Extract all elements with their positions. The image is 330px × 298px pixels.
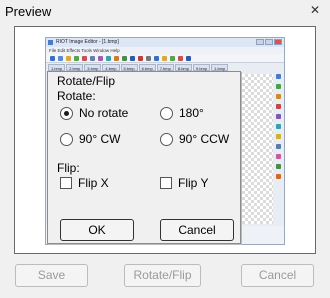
window-title: Preview [5,4,52,19]
toolbar-icon [50,56,55,61]
radio-label: No rotate [79,106,129,120]
toolbar-icon [130,56,135,61]
toolbar-icon [138,56,143,61]
toolbar-icon [154,56,159,61]
editor-toolbar [46,54,284,63]
dialog-title: Rotate/Flip [57,74,116,88]
editor-title-bar: RIOT Image Editor - [1.bmp] [46,38,284,47]
rotate-flip-dialog: Rotate/Flip Rotate: No rotate 180° 90° C… [47,71,241,244]
toolbar-icon [114,56,119,61]
toolbar-icon [146,56,151,61]
editor-right-tools [276,74,282,184]
toolbar-icon [178,56,183,61]
editor-tabs: 1.bmp 2.bmp 3.bmp 4.bmp 5.bmp 6.bmp 7.bmp 8.bmp… [48,64,282,71]
right-tool-icon [276,164,281,169]
checkbox-box [160,177,172,189]
app-icon [48,40,53,45]
radio-dot [160,106,173,120]
radio-dot [160,132,173,146]
toolbar-icon [74,56,79,61]
right-tool-icon [276,94,281,99]
toolbar-icon [58,56,63,61]
toolbar-icon [90,56,95,61]
editor-tab: 8.bmp [174,64,192,71]
right-tool-icon [276,144,281,149]
right-tool-icon [276,124,281,129]
editor-tab: 7.bmp [156,64,174,71]
toolbar-icon [66,56,71,61]
toolbar-icon [186,56,191,61]
save-button[interactable]: Save [15,264,88,287]
editor-title: RIOT Image Editor - [1.bmp] [56,39,119,45]
right-tool-icon [276,154,281,159]
editor-tab: 5.bmp [120,64,138,71]
right-tool-icon [276,104,281,109]
editor-tab: 6.bmp [138,64,156,71]
preview-frame: RIOT Image Editor - [1.bmp] File Edit Ef… [14,26,316,254]
editor-tab: 4.bmp [102,64,120,71]
radio-label: 90° CCW [179,132,230,146]
radio-dot [60,132,73,146]
radio-label: 90° CW [79,132,121,146]
radio-dot [60,106,73,120]
right-tool-icon [276,84,281,89]
toolbar-icon [122,56,127,61]
editor-tab: 3.bmp [84,64,102,71]
checkbox-flip-y[interactable]: Flip Y [160,176,208,190]
checkbox-flip-x[interactable]: Flip X [60,176,109,190]
checkbox-box [60,177,72,189]
right-tool-icon [276,134,281,139]
rotate-flip-button[interactable]: Rotate/Flip [124,264,201,287]
radio-90-ccw[interactable]: 90° CCW [160,132,229,146]
radio-label: 180° [179,106,204,120]
close-icon[interactable]: ✕ [308,3,322,17]
toolbar-icon [170,56,175,61]
editor-menu-bar: File Edit Effects Tools Window Help [46,47,284,54]
radio-no-rotate[interactable]: No rotate [60,106,128,120]
cancel-button[interactable]: Cancel [241,264,314,287]
editor-window-buttons [256,39,282,45]
title-bar: Preview ✕ [0,0,330,24]
rotate-label: Rotate: [57,89,96,103]
right-tool-icon [276,74,281,79]
toolbar-icon [82,56,87,61]
editor-tab: 1.bmp [211,64,229,71]
right-tool-icon [276,114,281,119]
flip-label: Flip: [57,161,80,175]
checkbox-label: Flip Y [178,176,209,190]
toolbar-icon [106,56,111,61]
editor-tab: 2.bmp [66,64,84,71]
checkbox-label: Flip X [78,176,109,190]
dialog-cancel-button[interactable]: Cancel [160,219,234,241]
editor-tab: 1.bmp [48,64,66,71]
toolbar-icon [98,56,103,61]
right-tool-icon [276,174,281,179]
ok-button[interactable]: OK [60,219,134,241]
editor-tab: 9.bmp [193,64,211,71]
radio-180[interactable]: 180° [160,106,204,120]
radio-90-cw[interactable]: 90° CW [60,132,120,146]
toolbar-icon [162,56,167,61]
